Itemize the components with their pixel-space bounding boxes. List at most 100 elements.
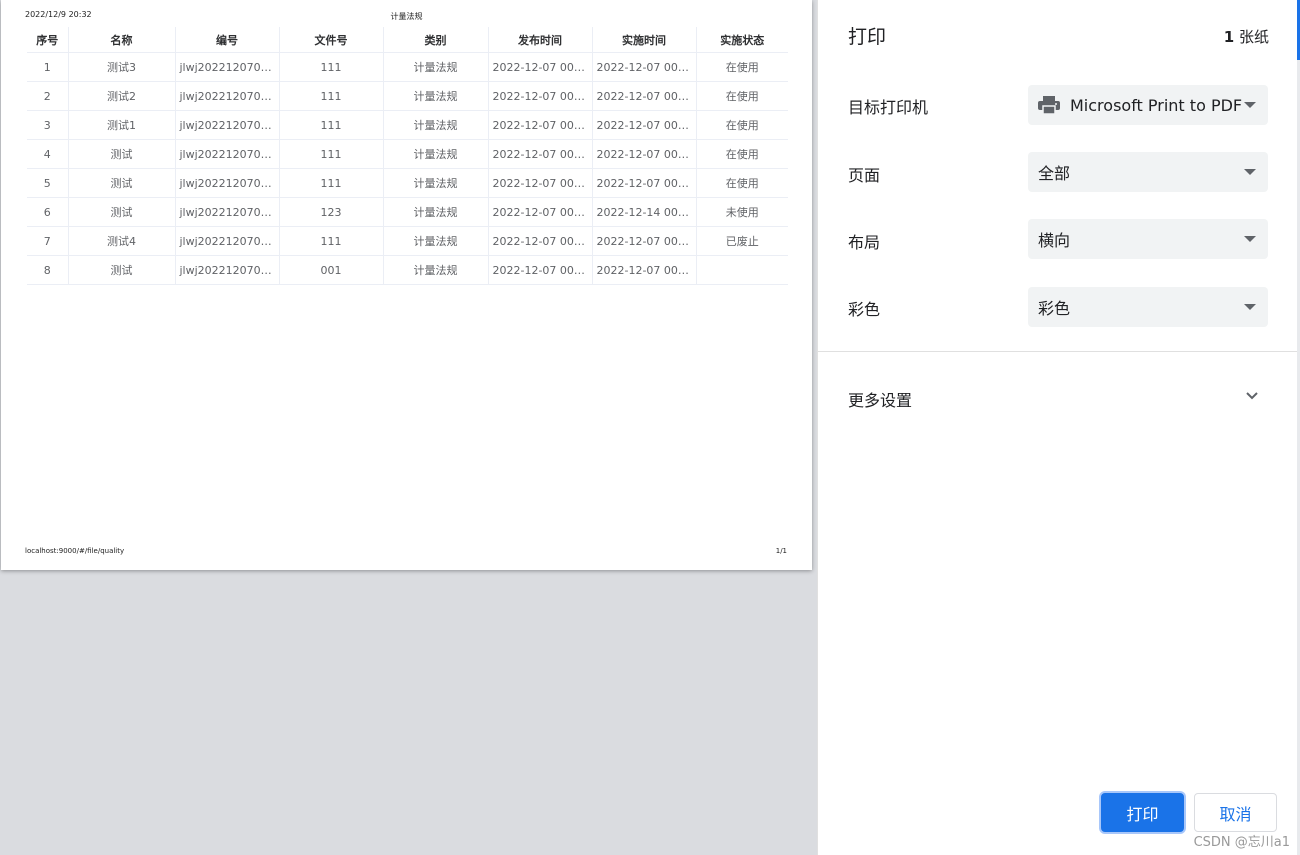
table-cell: 测试 bbox=[68, 197, 176, 227]
table-cell: 8 bbox=[27, 255, 69, 285]
table-cell: 2022-12-07 00:... bbox=[592, 168, 697, 198]
table-cell: jlwj2022120700... bbox=[175, 52, 280, 82]
sheet-count-number: 1 bbox=[1223, 28, 1235, 46]
destination-label: 目标打印机 bbox=[848, 98, 929, 117]
table-cell: 计量法规 bbox=[383, 197, 489, 227]
more-settings-toggle[interactable]: 更多设置 bbox=[848, 387, 912, 411]
table-cell: 2022-12-07 00:... bbox=[488, 110, 593, 140]
cancel-button[interactable]: 取消 bbox=[1194, 793, 1277, 832]
table-cell: 在使用 bbox=[696, 139, 788, 169]
dropdown-arrow-icon bbox=[1244, 169, 1256, 175]
table-cell bbox=[696, 255, 788, 285]
layout-select[interactable]: 横向 bbox=[1028, 219, 1268, 259]
layout-label: 布局 bbox=[848, 233, 881, 252]
column-header: 类别 bbox=[383, 27, 489, 53]
table-cell: 2 bbox=[27, 81, 69, 111]
page-footer-page-number: 1/1 bbox=[775, 547, 787, 555]
table-cell: 2022-12-07 00:... bbox=[488, 226, 593, 256]
table-cell: jlwj2022120700... bbox=[175, 110, 280, 140]
pages-value: 全部 bbox=[1038, 164, 1071, 183]
table-cell: 2022-12-07 00:... bbox=[592, 139, 697, 169]
table-cell: 计量法规 bbox=[383, 110, 489, 140]
table-row: 7 测试4 jlwj2022120700... 111 计量法规 2022-12-07 0… bbox=[27, 226, 788, 256]
table-cell: 2022-12-07 00:... bbox=[488, 52, 593, 82]
table-cell: 在使用 bbox=[696, 168, 788, 198]
watermark-text: CSDN @忘川a1 bbox=[1193, 835, 1290, 850]
chevron-down-icon[interactable] bbox=[1245, 391, 1259, 401]
table-cell: 计量法规 bbox=[383, 226, 489, 256]
table-cell: jlwj2022120700... bbox=[175, 168, 280, 198]
table-cell: 111 bbox=[279, 52, 384, 82]
table-cell: jlwj2022120700... bbox=[175, 226, 280, 256]
table-cell: 2022-12-07 00:... bbox=[488, 81, 593, 111]
table-cell: 测试 bbox=[68, 255, 176, 285]
table-cell: 2022-12-07 00:... bbox=[592, 81, 697, 111]
table-cell: 4 bbox=[27, 139, 69, 169]
table-cell: 2022-12-07 00:... bbox=[592, 110, 697, 140]
table-row: 6 测试 jlwj2022120700... 123 计量法规 2022-12-07 00… bbox=[27, 197, 788, 227]
column-header: 名称 bbox=[68, 27, 176, 53]
layout-value: 横向 bbox=[1038, 231, 1071, 250]
dropdown-arrow-icon bbox=[1244, 236, 1256, 242]
table-cell: 在使用 bbox=[696, 81, 788, 111]
table-cell: 7 bbox=[27, 226, 69, 256]
table-cell: 2022-12-07 00:... bbox=[592, 226, 697, 256]
page-footer-url: localhost:9000/#/file/quality bbox=[25, 547, 125, 555]
preview-page: 2022/12/9 20:32 计量法规 序号 名称 编号 文件号 类别 发布时间 实施时间… bbox=[1, 0, 812, 570]
dropdown-arrow-icon bbox=[1244, 304, 1256, 310]
table-cell: 1 bbox=[27, 52, 69, 82]
table-cell: 001 bbox=[279, 255, 384, 285]
sheet-count-unit: 张纸 bbox=[1238, 28, 1269, 46]
table-row: 1 测试3 jlwj2022120700... 111 计量法规 2022-12-07 0… bbox=[27, 52, 788, 82]
table-row: 2 测试2 jlwj2022120700... 111 计量法规 2022-12-07 0… bbox=[27, 81, 788, 111]
table-cell: 2022-12-07 00:... bbox=[592, 255, 697, 285]
print-settings-panel: 打印 1 张纸 目标打印机 Microsoft Print to PDF 页面 … bbox=[817, 0, 1299, 855]
table-cell: jlwj2022120700... bbox=[175, 139, 280, 169]
table-cell: 2022-12-07 00:... bbox=[488, 168, 593, 198]
color-label: 彩色 bbox=[848, 300, 881, 319]
table-cell: 计量法规 bbox=[383, 81, 489, 111]
table-cell: 计量法规 bbox=[383, 255, 489, 285]
column-header: 序号 bbox=[27, 27, 69, 53]
table-row: 4 测试 jlwj2022120700... 111 计量法规 2022-12-07 00… bbox=[27, 139, 788, 169]
table-cell: 测试 bbox=[68, 139, 176, 169]
table-cell: 2022-12-14 00:... bbox=[592, 197, 697, 227]
table-row: 3 测试1 jlwj2022120700... 111 计量法规 2022-12-07 0… bbox=[27, 110, 788, 140]
table-cell: 在使用 bbox=[696, 52, 788, 82]
table-cell: 计量法规 bbox=[383, 139, 489, 169]
table-cell: 111 bbox=[279, 139, 384, 169]
table-body: 1 测试3 jlwj2022120700... 111 计量法规 2022-12-07 0… bbox=[27, 52, 788, 285]
table-cell: jlwj2022120700... bbox=[175, 197, 280, 227]
table-cell: 111 bbox=[279, 168, 384, 198]
destination-select[interactable]: Microsoft Print to PDF bbox=[1028, 85, 1268, 125]
preview-table: 序号 名称 编号 文件号 类别 发布时间 实施时间 实施状态 1 测试3 jlwj20221207… bbox=[27, 27, 788, 285]
color-select[interactable]: 彩色 bbox=[1028, 287, 1268, 327]
table-cell: 5 bbox=[27, 168, 69, 198]
print-button[interactable]: 打印 bbox=[1101, 793, 1184, 832]
dialog-title: 打印 bbox=[848, 26, 887, 48]
column-header: 实施时间 bbox=[592, 27, 697, 53]
table-cell: jlwj2022120700... bbox=[175, 255, 280, 285]
sheet-count: 1 张纸 bbox=[1224, 26, 1269, 47]
table-cell: 测试1 bbox=[68, 110, 176, 140]
section-divider bbox=[818, 351, 1299, 352]
table-cell: 计量法规 bbox=[383, 168, 489, 198]
table-cell: 2022-12-07 00:... bbox=[488, 255, 593, 285]
table-cell: 2022-12-07 00:... bbox=[488, 197, 593, 227]
destination-value: Microsoft Print to PDF bbox=[1070, 95, 1243, 115]
table-row: 8 测试 jlwj2022120700... 001 计量法规 2022-12-07 00… bbox=[27, 255, 788, 285]
table-cell: 测试2 bbox=[68, 81, 176, 111]
table-cell: jlwj2022120700... bbox=[175, 81, 280, 111]
table-row: 5 测试 jlwj2022120700... 111 计量法规 2022-12-07 00… bbox=[27, 168, 788, 198]
table-cell: 123 bbox=[279, 197, 384, 227]
column-header: 编号 bbox=[175, 27, 280, 53]
column-header: 文件号 bbox=[279, 27, 384, 53]
table-cell: 测试 bbox=[68, 168, 176, 198]
pages-label: 页面 bbox=[848, 166, 881, 185]
table-cell: 111 bbox=[279, 226, 384, 256]
table-cell: 6 bbox=[27, 197, 69, 227]
dropdown-arrow-icon bbox=[1244, 102, 1256, 108]
table-cell: 已废止 bbox=[696, 226, 788, 256]
pages-select[interactable]: 全部 bbox=[1028, 152, 1268, 192]
page-header-title: 计量法规 bbox=[390, 12, 423, 21]
